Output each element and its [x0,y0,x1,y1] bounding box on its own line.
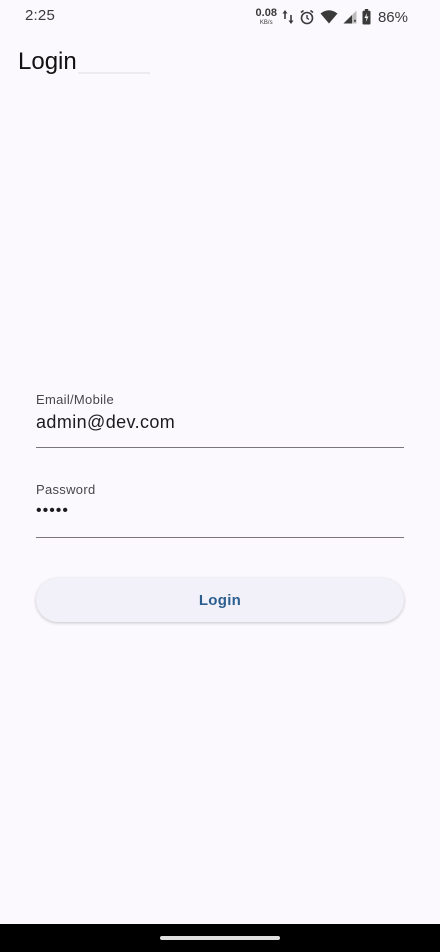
net-speed-unit: KB/s [259,20,273,26]
password-underline [36,537,404,538]
email-input[interactable] [36,412,404,433]
net-speed-indicator: 0.08 KB/s [255,7,277,27]
net-speed-value: 0.08 [255,7,277,19]
email-underline [36,447,404,448]
home-gesture-handle[interactable] [160,936,280,940]
data-transfer-icon [282,9,294,25]
email-field[interactable]: Email/Mobile [36,390,404,448]
system-navigation-bar [0,924,440,952]
title-divider [78,72,150,74]
password-field-label: Password [36,482,96,497]
battery-icon [362,9,371,25]
battery-percent: 86% [377,8,408,26]
cell-signal-icon [343,10,357,24]
status-icons: 0.08 KB/s 86% [256,6,408,28]
alarm-icon [299,9,315,25]
status-time: 2:25 [25,7,55,24]
login-button[interactable]: Login [36,578,404,622]
password-input[interactable] [36,502,404,520]
page-title: Login [18,48,77,75]
wifi-icon [320,10,338,24]
password-field[interactable]: Password [36,480,404,538]
status-bar: 2:25 0.08 KB/s 86% [0,0,440,34]
email-field-label: Email/Mobile [36,392,115,407]
